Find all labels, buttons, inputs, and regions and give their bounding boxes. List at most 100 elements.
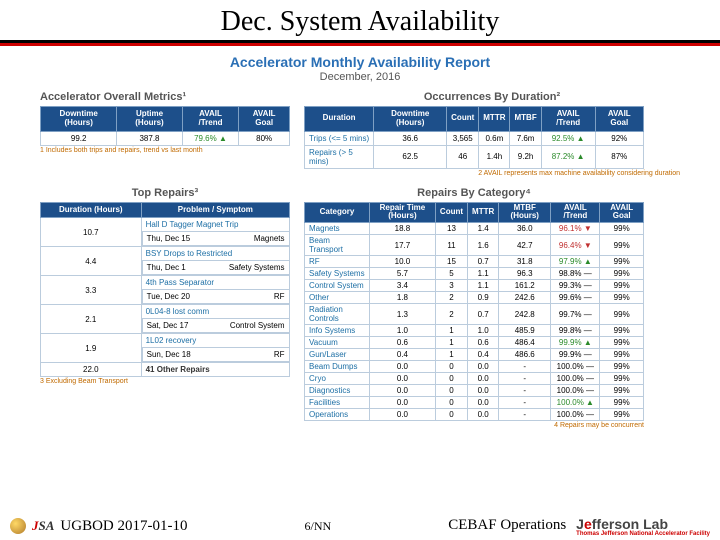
td: 97.9% ▲	[551, 256, 600, 268]
td: 100.0% —	[551, 385, 600, 397]
td: 1.1	[468, 268, 499, 280]
th: Downtime (Hours)	[374, 107, 447, 132]
td: 31.8	[499, 256, 551, 268]
td: 62.5	[374, 145, 447, 168]
td: 0.0	[468, 385, 499, 397]
td: -	[499, 385, 551, 397]
td: -	[499, 361, 551, 373]
th: MTBF (Hours)	[499, 202, 551, 223]
td: 3,565	[447, 131, 479, 145]
td: 92%	[595, 131, 643, 145]
td: 42.7	[499, 235, 551, 256]
date: Thu, Dec 15	[147, 234, 191, 243]
td: 99%	[600, 361, 644, 373]
td: 99%	[600, 304, 644, 325]
td: 0.9	[468, 292, 499, 304]
td: 99.6% —	[551, 292, 600, 304]
top-table: Duration (Hours) Problem / Symptom 10.7H…	[40, 202, 290, 378]
table-row: 4.4BSY Drops to Restricted	[41, 247, 290, 261]
cat-title: Repairs By Category⁴	[304, 187, 644, 199]
occurrences-table: Duration Downtime (Hours) Count MTTR MTB…	[304, 106, 644, 169]
td: 99%	[600, 235, 644, 256]
td: 5	[435, 268, 467, 280]
td: 1.0	[369, 325, 435, 337]
td: BSY Drops to Restricted	[141, 247, 289, 261]
footer-left: UGBOD 2017-01-10	[60, 518, 187, 535]
td: 1.0	[468, 325, 499, 337]
table-row: RF10.0150.731.897.9% ▲99%	[305, 256, 644, 268]
td: 0.4	[369, 349, 435, 361]
table-row: Magnets18.8131.436.096.1% ▼99%	[305, 223, 644, 235]
table-row: 3.34th Pass Separator	[41, 276, 290, 290]
td: 0.6m	[479, 131, 510, 145]
th: MTBF	[510, 107, 541, 132]
overall-table: Downtime (Hours) Uptime (Hours) AVAIL /T…	[40, 106, 290, 146]
th: Downtime (Hours)	[41, 107, 117, 132]
td: Control System	[305, 280, 370, 292]
table-row: 10.7Hall D Tagger Magnet Trip	[41, 218, 290, 232]
td: 10.7	[41, 218, 142, 247]
td: 4.4	[41, 247, 142, 276]
table-row: Safety Systems5.751.196.398.8% —99%	[305, 268, 644, 280]
td: 96.4% ▼	[551, 235, 600, 256]
top-title: Top Repairs³	[40, 187, 290, 199]
td: 17.7	[369, 235, 435, 256]
td: 1	[435, 349, 467, 361]
td: Trips (<= 5 mins)	[305, 131, 374, 145]
td: 99.9% —	[551, 349, 600, 361]
td: 485.9	[499, 325, 551, 337]
table-row: 22.041 Other Repairs	[41, 363, 290, 377]
td: 98.8% —	[551, 268, 600, 280]
td: 99.3% —	[551, 280, 600, 292]
td: Info Systems	[305, 325, 370, 337]
td: Cryo	[305, 373, 370, 385]
th: AVAIL Goal	[600, 202, 644, 223]
td: 99.2	[41, 131, 117, 145]
jlab-logo: Jefferson LabThomas Jefferson National A…	[576, 516, 710, 537]
td: 0L04-8 lost comm	[141, 305, 289, 319]
td: 36.0	[499, 223, 551, 235]
th: MTTR	[468, 202, 499, 223]
td: 1.4h	[479, 145, 510, 168]
td: 0	[435, 409, 467, 421]
th: Duration	[305, 107, 374, 132]
td: 0	[435, 373, 467, 385]
table-row: Control System3.431.1161.299.3% —99%	[305, 280, 644, 292]
td: 242.8	[499, 304, 551, 325]
td: 99.8% —	[551, 325, 600, 337]
td: 99%	[600, 409, 644, 421]
td: RF	[305, 256, 370, 268]
td: Other	[305, 292, 370, 304]
occurrences-section: Occurrences By Duration² Duration Downti…	[304, 91, 680, 177]
td: 0.0	[369, 361, 435, 373]
td: 100.0% —	[551, 373, 600, 385]
td: 1.6	[468, 235, 499, 256]
td: 11	[435, 235, 467, 256]
td: 1.3	[369, 304, 435, 325]
td: 0.0	[369, 397, 435, 409]
th: Uptime (Hours)	[117, 107, 182, 132]
table-row: Vacuum0.610.6486.499.9% ▲99%	[305, 337, 644, 349]
table-row: Beam Dumps0.000.0-100.0% —99%	[305, 361, 644, 373]
td: 96.3	[499, 268, 551, 280]
th: Duration (Hours)	[41, 202, 142, 218]
table-row: Operations0.000.0-100.0% —99%	[305, 409, 644, 421]
date: Sun, Dec 18	[147, 350, 191, 359]
table-row: Radiation Controls1.320.7242.899.7% —99%	[305, 304, 644, 325]
report-body: Accelerator Monthly Availability Report …	[0, 46, 720, 429]
td: 0.0	[468, 361, 499, 373]
td: 9.2h	[510, 145, 541, 168]
td: 0.7	[468, 256, 499, 268]
td: 46	[447, 145, 479, 168]
td: 99%	[600, 280, 644, 292]
td: 87%	[595, 145, 643, 168]
td: 100.0% —	[551, 361, 600, 373]
td: 1	[435, 337, 467, 349]
td: 2.1	[41, 305, 142, 334]
td: Radiation Controls	[305, 304, 370, 325]
td: 96.1% ▼	[551, 223, 600, 235]
th: AVAIL /Trend	[551, 202, 600, 223]
th: Count	[447, 107, 479, 132]
td: 2	[435, 304, 467, 325]
td: Magnets	[305, 223, 370, 235]
